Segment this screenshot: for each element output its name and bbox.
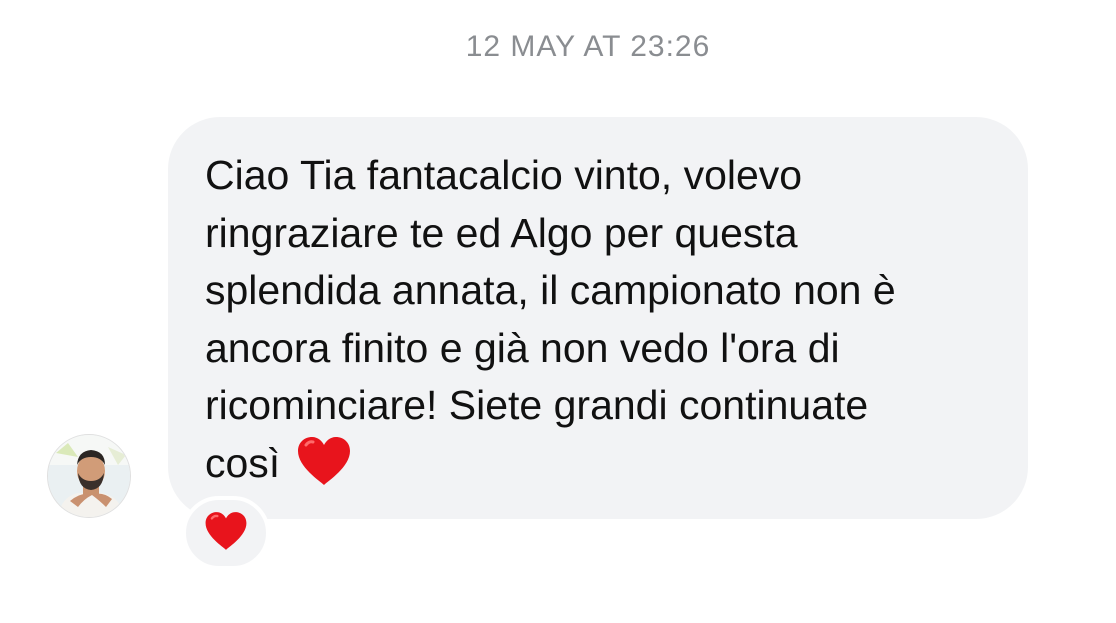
chat-screen: 12 MAY AT 23:26 Ciao Tia fantacalcio vin… (0, 0, 1116, 623)
message-text-container: Ciao Tia fantacalcio vinto, volevo ringr… (205, 147, 998, 502)
message-bubble[interactable]: Ciao Tia fantacalcio vinto, volevo ringr… (168, 117, 1028, 519)
sender-avatar[interactable] (47, 434, 131, 518)
message-timestamp: 12 MAY AT 23:26 (465, 30, 711, 63)
avatar-photo (48, 435, 130, 517)
message-reaction[interactable] (182, 496, 270, 570)
red-heart-icon (204, 510, 248, 557)
red-heart-icon (296, 435, 352, 503)
